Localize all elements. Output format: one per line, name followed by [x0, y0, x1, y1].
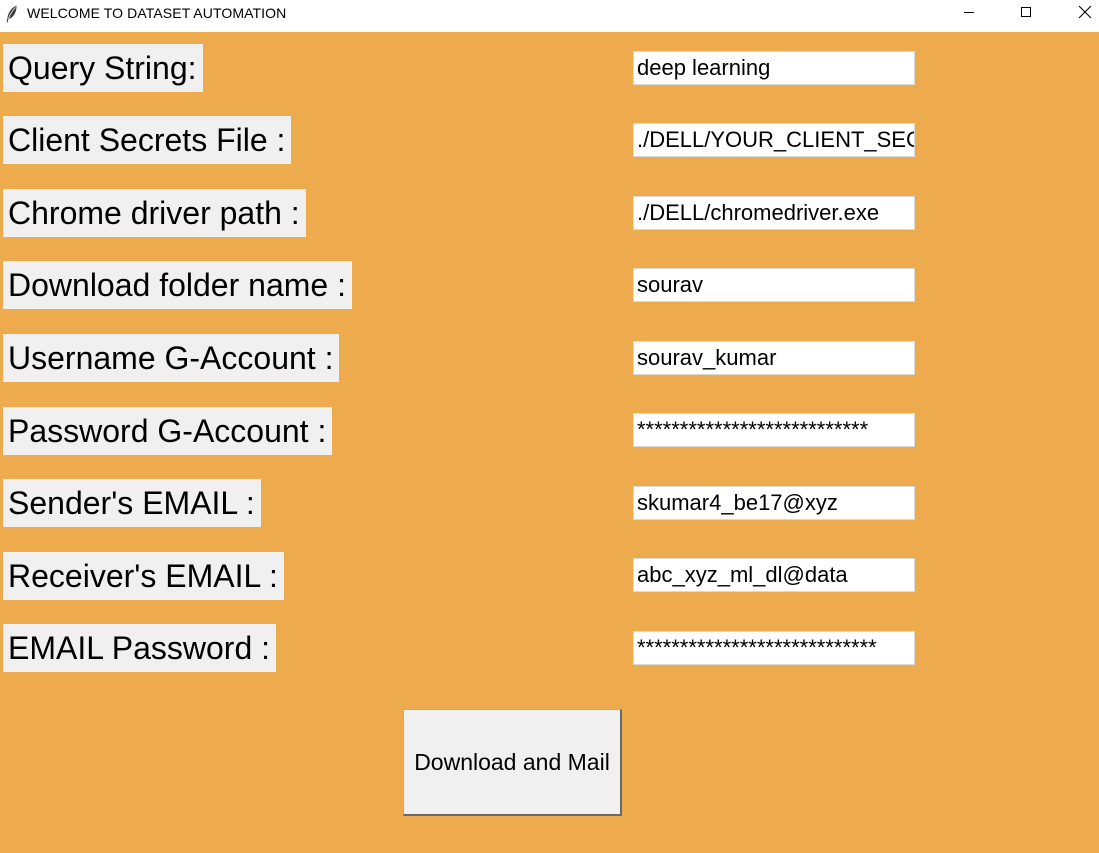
close-button[interactable]: [1062, 0, 1099, 28]
receivers-email-label: Receiver's EMAIL :: [3, 552, 284, 600]
query-string-label: Query String:: [3, 44, 203, 92]
senders-email-label: Sender's EMAIL :: [3, 479, 261, 527]
title-bar[interactable]: WELCOME TO DATASET AUTOMATION: [0, 0, 1099, 32]
download-folder-name-label: Download folder name :: [3, 261, 352, 309]
username-g-account-input[interactable]: [633, 341, 915, 375]
download-folder-name-input[interactable]: [633, 268, 915, 302]
receivers-email-input[interactable]: [633, 558, 915, 592]
client-secrets-file-label: Client Secrets File :: [3, 116, 292, 164]
window-title: WELCOME TO DATASET AUTOMATION: [27, 5, 287, 21]
maximize-icon: [1020, 5, 1032, 23]
senders-email-input[interactable]: [633, 486, 915, 520]
maximize-button[interactable]: [1003, 0, 1049, 28]
app-window: WELCOME TO DATASET AUTOMATION Query Stri…: [0, 0, 1099, 853]
password-g-account-input[interactable]: [633, 413, 915, 447]
client-secrets-file-input[interactable]: [633, 123, 915, 157]
feather-icon: [5, 5, 19, 23]
query-string-input[interactable]: [633, 51, 915, 85]
close-icon: [1078, 5, 1092, 24]
chrome-driver-path-label: Chrome driver path :: [3, 189, 306, 237]
form-area: Query String: Client Secrets File : Chro…: [0, 32, 1099, 853]
username-g-account-label: Username G-Account :: [3, 334, 340, 382]
email-password-input[interactable]: [633, 631, 915, 665]
download-and-mail-button[interactable]: Download and Mail: [403, 709, 622, 816]
chrome-driver-path-input[interactable]: [633, 196, 915, 230]
minimize-button[interactable]: [946, 0, 992, 28]
minimize-icon: [963, 5, 975, 23]
password-g-account-label: Password G-Account :: [3, 407, 333, 455]
email-password-label: EMAIL Password :: [3, 624, 277, 672]
